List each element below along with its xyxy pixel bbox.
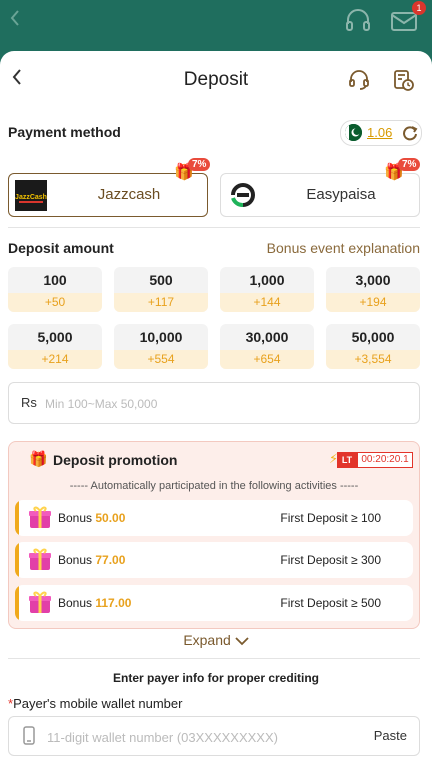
chevron-down-icon bbox=[235, 637, 249, 646]
promotion-row: Bonus 117.00 First Deposit ≥ 500 bbox=[15, 585, 413, 621]
balance-amount: 1.06 bbox=[367, 125, 393, 140]
bonus-condition: First Deposit ≥ 100 bbox=[280, 511, 381, 525]
gift-icon: 🎁 bbox=[29, 451, 48, 468]
amount-option-10000[interactable]: 10,000 +554 bbox=[114, 324, 208, 369]
wallet-number-field[interactable]: Paste bbox=[8, 716, 420, 756]
wallet-number-input[interactable] bbox=[45, 724, 369, 750]
bonus-label: Bonus bbox=[58, 553, 93, 567]
promo-tag: 🎁 7% bbox=[384, 156, 424, 182]
divider bbox=[8, 658, 420, 659]
app-top-bar: 1 bbox=[0, 0, 432, 52]
amount-option-3000[interactable]: 3,000 +194 bbox=[326, 267, 420, 312]
amount-option-30000[interactable]: 30,000 +654 bbox=[220, 324, 314, 369]
promo-percent: 7% bbox=[188, 158, 211, 171]
amount-bonus: +194 bbox=[326, 293, 420, 312]
expand-button[interactable]: Expand bbox=[0, 632, 432, 648]
gift-icon bbox=[27, 504, 53, 530]
refresh-icon[interactable] bbox=[401, 124, 419, 142]
payment-method-name: Easypaisa bbox=[306, 186, 376, 203]
wallet-number-label: *Payer's mobile wallet number bbox=[8, 696, 182, 711]
divider bbox=[8, 227, 420, 228]
row-accent bbox=[15, 585, 19, 621]
amount-bonus: +50 bbox=[8, 293, 102, 312]
amount-option-500[interactable]: 500 +117 bbox=[114, 267, 208, 312]
countdown-timer: 00:20:20.1 bbox=[357, 452, 413, 468]
amount-bonus: +3,554 bbox=[326, 350, 420, 369]
bonus-condition: First Deposit ≥ 300 bbox=[280, 553, 381, 567]
amount-value: 10,000 bbox=[139, 329, 183, 345]
paste-button[interactable]: Paste bbox=[374, 728, 407, 743]
amount-value: 3,000 bbox=[355, 272, 391, 288]
promotion-row: Bonus 50.00 First Deposit ≥ 100 bbox=[15, 500, 413, 536]
gift-icon bbox=[27, 589, 53, 615]
wallet-label-text: Payer's mobile wallet number bbox=[13, 696, 183, 711]
amount-input-field[interactable]: Rs bbox=[8, 382, 420, 424]
limited-time-badge: LT bbox=[337, 452, 357, 468]
bonus-label: Bonus bbox=[58, 596, 93, 610]
amount-bonus: +554 bbox=[114, 350, 208, 369]
amount-value: 50,000 bbox=[351, 329, 395, 345]
deposit-promotion-panel: 🎁 Deposit promotion ⚡ LT 00:20:20.1 ----… bbox=[8, 441, 420, 629]
amount-bonus: +654 bbox=[220, 350, 314, 369]
amount-bonus: +144 bbox=[220, 293, 314, 312]
payment-method-name: Jazzcash bbox=[97, 186, 161, 203]
amount-bonus: +117 bbox=[114, 293, 208, 312]
payment-method-label: Payment method bbox=[8, 124, 121, 140]
amount-value: 1,000 bbox=[249, 272, 285, 288]
currency-label: Rs bbox=[21, 395, 37, 410]
gift-icon bbox=[27, 546, 53, 572]
expand-label: Expand bbox=[183, 632, 231, 648]
bonus-amount: 77.00 bbox=[95, 553, 126, 567]
jazzcash-logo-icon: JazzCash bbox=[15, 180, 47, 211]
promotion-subtitle: ----- Automatically participated in the … bbox=[69, 480, 359, 492]
deposit-header: Deposit bbox=[0, 51, 432, 107]
amount-value: 5,000 bbox=[37, 329, 73, 345]
promo-percent: 7% bbox=[398, 158, 421, 171]
bonus-amount: 117.00 bbox=[95, 596, 132, 610]
back-icon[interactable] bbox=[8, 8, 28, 28]
promotion-row: Bonus 77.00 First Deposit ≥ 300 bbox=[15, 542, 413, 578]
bonus-condition: First Deposit ≥ 500 bbox=[280, 596, 381, 610]
amount-option-100[interactable]: 100 +50 bbox=[8, 267, 102, 312]
amount-option-5000[interactable]: 5,000 +214 bbox=[8, 324, 102, 369]
amount-bonus: +214 bbox=[8, 350, 102, 369]
svg-text:JazzCash: JazzCash bbox=[15, 194, 47, 201]
amount-value: 100 bbox=[43, 272, 67, 288]
bonus-text: Bonus 77.00 bbox=[58, 553, 125, 567]
balance-chip: 1.06 bbox=[340, 120, 422, 146]
promo-tag: 🎁 7% bbox=[174, 156, 214, 182]
bonus-amount: 50.00 bbox=[95, 511, 126, 525]
promotion-timer: ⚡ LT 00:20:20.1 bbox=[329, 451, 413, 468]
row-accent bbox=[15, 500, 19, 536]
deposit-sheet: Deposit Payment method 1.06 JazzCash Jaz… bbox=[0, 51, 432, 769]
pakistan-flag-icon bbox=[345, 124, 362, 141]
amount-option-50000[interactable]: 50,000 +3,554 bbox=[326, 324, 420, 369]
amount-option-1000[interactable]: 1,000 +144 bbox=[220, 267, 314, 312]
payer-info-hint: Enter payer info for proper crediting bbox=[112, 671, 320, 685]
amount-value: 30,000 bbox=[245, 329, 289, 345]
mail-badge: 1 bbox=[412, 1, 426, 15]
amount-value: 500 bbox=[149, 272, 173, 288]
deposit-history-icon[interactable] bbox=[392, 69, 414, 91]
bonus-text: Bonus 50.00 bbox=[58, 511, 125, 525]
headset-icon[interactable] bbox=[345, 9, 371, 33]
deposit-amount-label: Deposit amount bbox=[8, 240, 114, 256]
bonus-event-link[interactable]: Bonus event explanation bbox=[267, 240, 420, 256]
bonus-text: Bonus 117.00 bbox=[58, 596, 131, 610]
amount-input[interactable] bbox=[43, 391, 407, 417]
promotion-title: Deposit promotion bbox=[53, 452, 178, 468]
support-icon[interactable] bbox=[348, 69, 370, 91]
phone-icon bbox=[23, 726, 35, 745]
bonus-label: Bonus bbox=[58, 511, 93, 525]
easypaisa-logo-icon bbox=[227, 180, 259, 211]
row-accent bbox=[15, 542, 19, 578]
